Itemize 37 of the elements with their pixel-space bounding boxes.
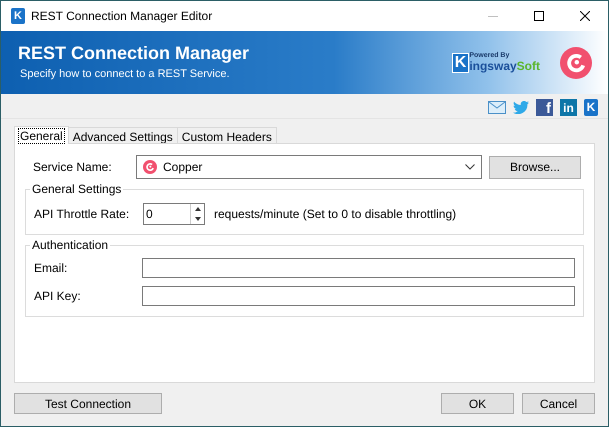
tab[interactable]: General	[14, 126, 69, 144]
banner-subtitle: Specify how to connect to a REST Service.	[20, 67, 231, 82]
input-field[interactable]	[142, 258, 575, 278]
app-icon: K	[11, 8, 25, 24]
input-field[interactable]	[142, 286, 575, 306]
throttle-spinner[interactable]: 0	[143, 203, 205, 225]
logo-name: ingsway	[469, 60, 517, 73]
group-title: Authentication	[30, 238, 110, 252]
chevron-down-icon	[465, 164, 475, 170]
ok-button[interactable]: OK	[441, 393, 514, 414]
field-label: API Key:	[34, 288, 82, 305]
mail-icon[interactable]	[488, 100, 506, 114]
throttle-label: API Throttle Rate:	[34, 206, 130, 223]
logo-letter: K	[452, 53, 470, 73]
spinner-value: 0	[145, 206, 154, 223]
tab[interactable]: Custom Headers	[178, 127, 277, 143]
window-title: REST Connection Manager Editor	[31, 8, 212, 25]
cancel-button[interactable]: Cancel	[522, 393, 595, 414]
tab[interactable]: Advanced Settings	[68, 127, 178, 143]
kingsway-icon[interactable]: K	[584, 98, 598, 116]
bird-icon[interactable]	[513, 100, 529, 114]
test-connection-button[interactable]: Test Connection	[14, 393, 162, 414]
service-value: Copper	[163, 159, 202, 176]
maximize-icon	[534, 11, 544, 21]
browse-button[interactable]: Browse...	[489, 156, 581, 178]
logo-suffix: Soft	[516, 60, 540, 73]
copper-icon	[143, 160, 157, 174]
close-icon	[580, 11, 590, 21]
group-title: General Settings	[30, 182, 124, 196]
field-label: Email:	[34, 260, 68, 277]
throttle-hint: requests/minute (Set to 0 to disable throttling)	[214, 206, 456, 223]
service-name-label: Service Name:	[32, 159, 113, 176]
copper-logo	[560, 46, 592, 78]
banner-title: REST Connection Manager	[18, 42, 250, 64]
service-dropdown[interactable]: Copper	[136, 155, 482, 179]
facebook-icon[interactable]: f	[536, 98, 553, 116]
linkedin-icon[interactable]: in	[560, 98, 577, 116]
